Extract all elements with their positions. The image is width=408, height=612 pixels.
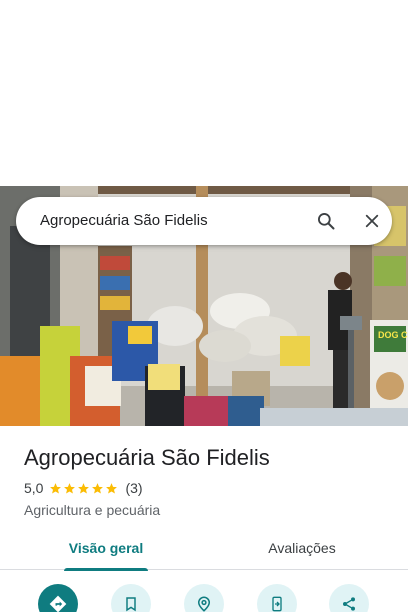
star-icon bbox=[78, 482, 90, 494]
send-to-phone-icon bbox=[272, 596, 282, 612]
rating-stars bbox=[49, 482, 119, 495]
bookmark-icon bbox=[126, 597, 136, 612]
directions-icon bbox=[49, 595, 67, 612]
place-category: Agricultura e pecuária bbox=[24, 502, 161, 518]
save-button[interactable] bbox=[111, 584, 151, 612]
send-to-phone-button[interactable] bbox=[257, 584, 297, 612]
rating-value: 5,0 bbox=[24, 480, 44, 496]
active-tab-indicator bbox=[64, 568, 148, 571]
search-icon bbox=[318, 213, 335, 230]
action-buttons bbox=[0, 584, 408, 612]
dog-chow-sign-text: DOG CHOW bbox=[378, 330, 408, 340]
nearby-icon bbox=[197, 596, 211, 612]
star-icon bbox=[106, 482, 118, 494]
place-title: Agropecuária São Fidelis bbox=[24, 445, 270, 470]
share-button[interactable] bbox=[329, 584, 369, 612]
tab-reviews[interactable]: Avaliações bbox=[255, 528, 349, 570]
tab-reviews-label: Avaliações bbox=[268, 540, 336, 556]
review-count: (3) bbox=[125, 480, 143, 496]
tab-bar: Visão geral Avaliações bbox=[0, 528, 408, 571]
share-icon bbox=[343, 597, 355, 611]
tab-overview-label: Visão geral bbox=[68, 540, 144, 556]
star-icon bbox=[50, 482, 62, 494]
rating-row[interactable]: 5,0 (3) bbox=[24, 479, 394, 497]
tab-overview[interactable]: Visão geral bbox=[60, 528, 152, 571]
star-icon bbox=[64, 482, 76, 494]
search-query-text[interactable]: Agropecuária São Fidelis bbox=[40, 212, 208, 229]
directions-button[interactable] bbox=[38, 584, 78, 612]
close-icon bbox=[365, 214, 379, 228]
star-icon bbox=[92, 482, 104, 494]
search-bar[interactable]: Agropecuária São Fidelis bbox=[16, 197, 392, 245]
place-info: Agropecuária São Fidelis 5,0 (3) Agricul… bbox=[24, 444, 394, 518]
map-area-blank bbox=[0, 0, 408, 186]
search-button[interactable] bbox=[310, 205, 342, 237]
nearby-button[interactable] bbox=[184, 584, 224, 612]
close-button[interactable] bbox=[356, 205, 388, 237]
